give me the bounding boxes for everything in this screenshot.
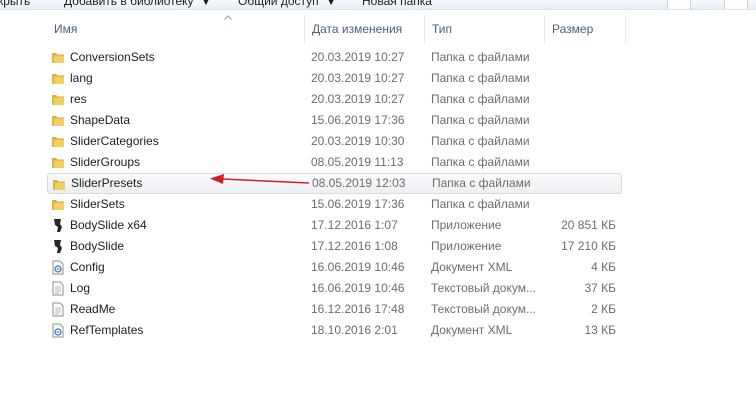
add-to-library-button[interactable]: Добавить в библиотеку ▼: [64, 0, 210, 9]
file-row-readme[interactable]: ReadMe 16.12.2016 17:48 Текстовый докум...…: [47, 299, 622, 320]
file-type: Папка с файлами: [431, 134, 530, 148]
file-date-modified: 15.06.2019 17:36: [311, 113, 405, 127]
file-row-res[interactable]: res 20.03.2019 10:27 Папка с файлами: [47, 89, 622, 110]
column-header-type[interactable]: Тип: [425, 15, 545, 44]
folder-icon: [52, 158, 64, 168]
file-date-modified: 20.03.2019 10:27: [311, 92, 405, 106]
file-date-modified: 16.06.2019 10:46: [311, 281, 405, 295]
file-row-bodyslide-x64[interactable]: BodySlide x64 17.12.2016 1:07 Приложение 20…: [47, 215, 622, 236]
xml-file-icon: [52, 323, 64, 338]
share-button[interactable]: Общий доступ ▼: [238, 0, 336, 9]
file-date-modified: 15.06.2019 17:36: [311, 197, 405, 211]
file-name: BodySlide: [70, 239, 125, 253]
file-size: 13 КБ: [584, 323, 616, 337]
file-date-modified: 08.05.2019 11:13: [311, 155, 404, 169]
folder-icon: [53, 180, 65, 190]
file-type: Папка с файлами: [431, 155, 530, 169]
folder-icon: [52, 53, 64, 63]
file-type: Папка с файлами: [431, 71, 530, 85]
column-header-size[interactable]: Размер: [545, 15, 626, 44]
column-header-bar: Имя Дата изменения Тип Размер: [0, 15, 756, 44]
file-row-config[interactable]: Config 16.06.2019 10:46 Документ XML 4 КБ: [47, 257, 622, 278]
file-size: 2 КБ: [591, 302, 616, 316]
file-name: Log: [70, 281, 91, 295]
file-name: SliderGroups: [70, 155, 141, 169]
file-row-lang[interactable]: lang 20.03.2019 10:27 Папка с файлами: [47, 68, 622, 89]
file-row-log[interactable]: Log 16.06.2019 10:46 Текстовый докум... 37 …: [47, 278, 622, 299]
file-date-modified: 17.12.2016 1:07: [311, 218, 398, 232]
column-header-name-label: Имя: [54, 22, 78, 36]
xml-file-icon: [52, 260, 64, 275]
text-file-icon: [52, 281, 64, 296]
file-date-modified: 17.12.2016 1:08: [311, 239, 398, 253]
file-type: Папка с файлами: [431, 50, 530, 64]
file-name: BodySlide x64: [70, 218, 147, 232]
file-list: ConversionSets 20.03.2019 10:27 Папка с фа…: [47, 47, 622, 341]
file-type: Текстовый докум...: [431, 281, 536, 295]
file-name: ReadMe: [70, 302, 116, 316]
file-name: lang: [70, 71, 93, 85]
folder-icon: [52, 74, 64, 84]
file-type: Приложение: [431, 239, 502, 253]
column-header-type-label: Тип: [432, 22, 453, 36]
file-row-reftemplates[interactable]: RefTemplates 18.10.2016 2:01 Документ XML 1…: [47, 320, 622, 341]
share-label: Общий доступ: [238, 0, 319, 8]
chevron-down-icon: ▼: [326, 0, 336, 7]
file-name: SliderCategories: [70, 134, 159, 148]
new-folder-button[interactable]: Новая папка: [362, 0, 432, 9]
folder-icon: [52, 137, 64, 147]
column-header-name[interactable]: Имя: [47, 15, 305, 44]
add-to-library-label: Добавить в библиотеку: [64, 0, 194, 8]
file-type: Папка с файлами: [432, 176, 531, 190]
file-date-modified: 20.03.2019 10:30: [311, 134, 405, 148]
file-type: Папка с файлами: [431, 113, 530, 127]
file-date-modified: 16.12.2016 17:48: [311, 302, 405, 316]
file-type: Документ XML: [431, 323, 513, 337]
file-size: 17 210 КБ: [561, 239, 616, 253]
file-type: Текстовый докум...: [431, 302, 536, 316]
file-date-modified: 18.10.2016 2:01: [311, 323, 398, 337]
file-date-modified: 16.06.2019 10:46: [311, 260, 405, 274]
column-header-size-label: Размер: [552, 22, 594, 36]
view-options-button[interactable]: [667, 0, 691, 9]
file-type: Папка с файлами: [431, 92, 530, 106]
file-date-modified: 08.05.2019 12:03: [312, 176, 406, 190]
file-name: SliderSets: [70, 197, 125, 211]
file-size: 20 851 КБ: [561, 218, 616, 232]
command-bar: крыть Добавить в библиотеку ▼ Общий досту…: [0, 0, 756, 10]
folder-icon: [52, 116, 64, 126]
text-file-icon: [52, 302, 64, 317]
file-type: Документ XML: [431, 260, 513, 274]
file-row-sliderpresets[interactable]: SliderPresets 08.05.2019 12:03 Папка с фай…: [47, 173, 622, 194]
file-row-shapedata[interactable]: ShapeData 15.06.2019 17:36 Папка с файлами: [47, 110, 622, 131]
help-button[interactable]: [724, 0, 748, 9]
file-row-slidergroups[interactable]: SliderGroups 08.05.2019 11:13 Папка с файл…: [47, 152, 622, 173]
sort-ascending-icon: [224, 15, 232, 20]
file-row-bodyslide[interactable]: BodySlide 17.12.2016 1:08 Приложение 17 210…: [47, 236, 622, 257]
file-size: 37 КБ: [584, 281, 616, 295]
file-name: RefTemplates: [70, 323, 144, 337]
file-name: ShapeData: [70, 113, 131, 127]
file-name: ConversionSets: [70, 50, 155, 64]
file-row-slidersets[interactable]: SliderSets 15.06.2019 17:36 Папка с файлам…: [47, 194, 622, 215]
chevron-down-icon: ▼: [201, 0, 211, 7]
file-date-modified: 20.03.2019 10:27: [311, 50, 405, 64]
file-name: SliderPresets: [71, 176, 143, 190]
file-row-conversionsets[interactable]: ConversionSets 20.03.2019 10:27 Папка с фа…: [47, 47, 622, 68]
open-button[interactable]: крыть: [0, 0, 30, 9]
file-size: 4 КБ: [591, 260, 616, 274]
column-header-date-label: Дата изменения: [312, 22, 403, 36]
folder-icon: [52, 200, 64, 210]
folder-icon: [52, 95, 64, 105]
file-type: Приложение: [431, 218, 502, 232]
file-name: res: [70, 92, 87, 106]
column-header-date[interactable]: Дата изменения: [305, 15, 425, 44]
file-type: Папка с файлами: [431, 197, 530, 211]
file-date-modified: 20.03.2019 10:27: [311, 71, 405, 85]
app-icon: [54, 240, 62, 253]
file-row-slidercategories[interactable]: SliderCategories 20.03.2019 10:30 Папка с …: [47, 131, 622, 152]
app-icon: [54, 219, 62, 232]
file-name: Config: [70, 260, 105, 274]
